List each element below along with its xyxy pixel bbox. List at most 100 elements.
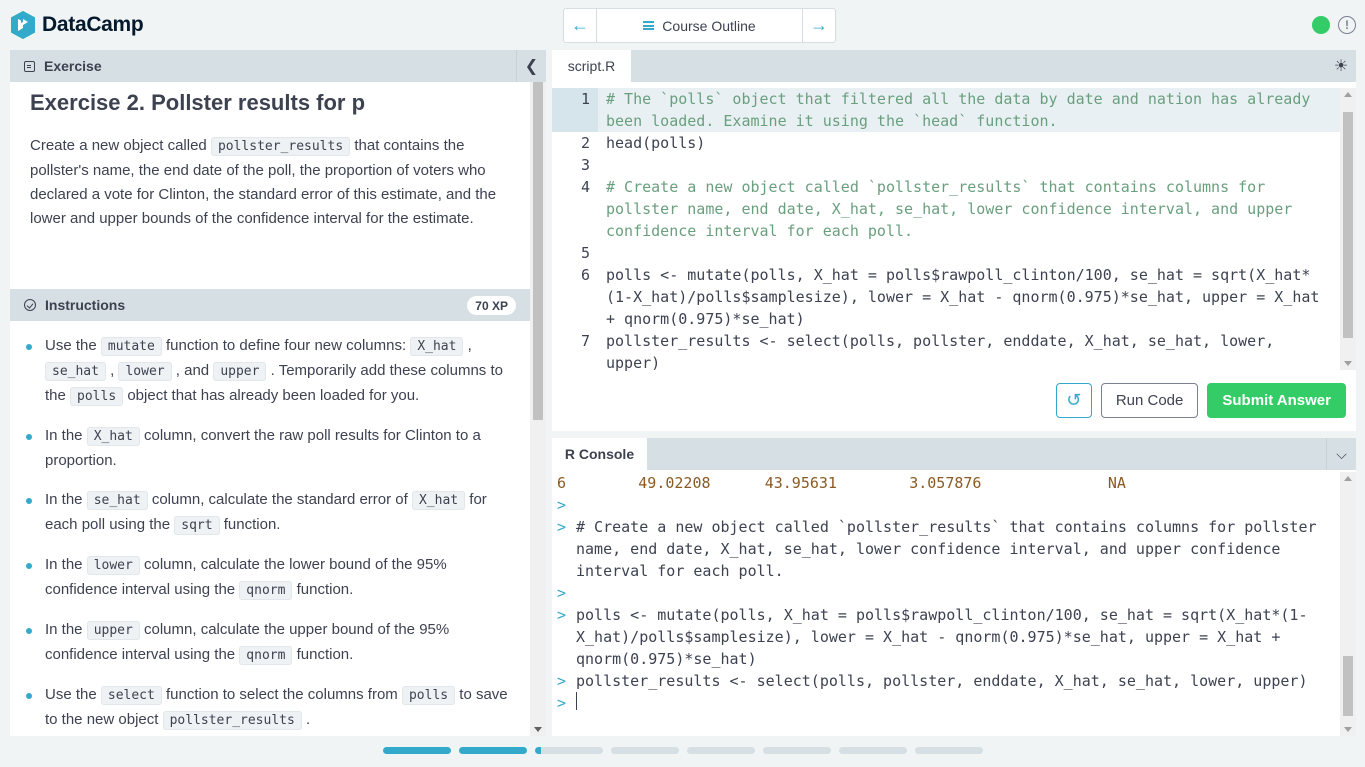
collapse-console-button[interactable]: ⌵ bbox=[1326, 438, 1356, 470]
instruction-item: Use the mutate function to define four n… bbox=[10, 334, 530, 409]
instruction-item: In the X_hat column, convert the raw pol… bbox=[10, 424, 530, 473]
code-line[interactable]: 6 polls <- mutate(polls, X_hat = polls$ra… bbox=[552, 264, 1340, 330]
console-panel: R Console ⌵ 6 49.02208 43.95631 3.057876… bbox=[552, 438, 1356, 736]
code-line[interactable]: 3 bbox=[552, 154, 1340, 176]
console-line: > pollster_results <- select(polls, polls… bbox=[557, 670, 1335, 692]
line-number: 2 bbox=[580, 134, 590, 152]
exercise-panel: Exercise ❮ Exercise 2. Pollster results … bbox=[10, 50, 546, 736]
next-exercise-button[interactable]: → bbox=[802, 9, 835, 42]
report-issue-icon[interactable]: ! bbox=[1338, 16, 1356, 34]
instruction-text: function to define four new columns: bbox=[161, 337, 411, 354]
scroll-down-icon[interactable] bbox=[1344, 361, 1352, 366]
progress-step[interactable] bbox=[915, 747, 983, 754]
code-text: # The `polls` object that filtered all t… bbox=[606, 90, 1320, 130]
progress-step[interactable] bbox=[839, 747, 907, 754]
instruction-text: function. bbox=[292, 581, 354, 598]
tab-script-r[interactable]: script.R bbox=[552, 50, 631, 82]
editor-actions: ↺ Run Code Submit Answer bbox=[1055, 383, 1346, 418]
datacamp-logo-icon bbox=[11, 11, 35, 39]
console-text: # Create a new object called `pollster_r… bbox=[576, 518, 1326, 580]
scroll-up-icon[interactable] bbox=[1344, 476, 1352, 481]
scroll-up-icon[interactable] bbox=[1344, 92, 1352, 97]
inline-code: select bbox=[100, 686, 162, 705]
exercise-scrollbar[interactable] bbox=[530, 82, 546, 736]
instruction-text: Use the bbox=[45, 337, 101, 354]
code-text: head(polls) bbox=[606, 134, 706, 152]
scrollbar-thumb[interactable] bbox=[533, 82, 543, 420]
inline-code: mutate bbox=[100, 337, 162, 356]
inline-code: upper bbox=[213, 362, 267, 381]
progress-step[interactable] bbox=[383, 747, 451, 754]
instruction-text: Use the bbox=[45, 686, 101, 703]
console-prompt: > bbox=[557, 672, 567, 690]
chevron-left-icon: ❮ bbox=[524, 58, 539, 75]
console-prompt: > bbox=[557, 606, 567, 624]
console-tab-bar: R Console ⌵ bbox=[552, 438, 1356, 470]
progress-step[interactable] bbox=[763, 747, 831, 754]
exercise-content[interactable]: Exercise 2. Pollster results for p Creat… bbox=[10, 82, 546, 736]
scrollbar-thumb[interactable] bbox=[1343, 656, 1353, 716]
tab-r-console[interactable]: R Console bbox=[552, 438, 647, 470]
instruction-text: function. bbox=[219, 516, 281, 533]
brand-name: DataCamp bbox=[42, 13, 144, 36]
code-line[interactable]: 1 # The `polls` object that filtered all … bbox=[552, 88, 1340, 132]
exercise-title: Exercise 2. Pollster results for p bbox=[30, 90, 366, 115]
line-number: 6 bbox=[580, 266, 590, 284]
instruction-text: In the bbox=[45, 491, 87, 508]
inline-code: X_hat bbox=[411, 491, 466, 510]
line-number: 1 bbox=[552, 88, 598, 132]
instruction-item: In the lower column, calculate the lower… bbox=[10, 553, 530, 603]
submit-answer-button[interactable]: Submit Answer bbox=[1207, 383, 1346, 418]
instruction-text: function. bbox=[292, 646, 354, 663]
inline-code: X_hat bbox=[86, 427, 140, 446]
instruction-text: In the bbox=[45, 556, 87, 573]
scrollbar-thumb[interactable] bbox=[1343, 112, 1353, 338]
scroll-down-icon[interactable] bbox=[534, 727, 542, 732]
console-output-row: 6 49.02208 43.95631 3.057876 NA bbox=[557, 474, 1126, 492]
previous-exercise-button[interactable]: ← bbox=[564, 9, 597, 42]
instruction-text: object that has already been loaded for … bbox=[123, 387, 420, 404]
code-line[interactable]: 4 # Create a new object called `pollster_… bbox=[552, 176, 1340, 242]
editor-scrollbar[interactable] bbox=[1340, 88, 1356, 370]
instruction-text: function to select the columns from bbox=[161, 686, 402, 703]
code-editor[interactable]: 1 # The `polls` object that filtered all … bbox=[552, 88, 1340, 372]
console-line: > # Create a new object called `pollster_… bbox=[557, 516, 1335, 582]
code-line[interactable]: 7 pollster_results <- select(polls, polls… bbox=[552, 330, 1340, 374]
inline-code: polls bbox=[401, 686, 456, 705]
code-text: polls <- mutate(polls, X_hat = polls$raw… bbox=[606, 266, 1329, 328]
progress-step[interactable] bbox=[611, 747, 679, 754]
line-number: 4 bbox=[580, 178, 590, 196]
connection-status-icon bbox=[1312, 16, 1330, 34]
console-output[interactable]: 6 49.02208 43.95631 3.057876 NA > > # Cre… bbox=[557, 472, 1335, 714]
inline-code: upper bbox=[86, 621, 140, 640]
editor-panel: script.R ☀ 1 # The `polls` object that fi… bbox=[552, 50, 1356, 431]
datacamp-logo[interactable]: DataCamp bbox=[10, 10, 144, 40]
exercise-header: Exercise ❮ bbox=[10, 50, 546, 82]
reset-code-button[interactable]: ↺ bbox=[1055, 383, 1092, 418]
document-icon bbox=[24, 60, 35, 72]
scroll-down-icon[interactable] bbox=[1344, 727, 1352, 732]
code-line[interactable]: 2 head(polls) bbox=[552, 132, 1340, 154]
console-line: > bbox=[557, 582, 1335, 604]
instruction-text: . bbox=[301, 711, 311, 728]
exercise-progress bbox=[383, 747, 983, 754]
course-outline-button[interactable]: Course Outline bbox=[597, 9, 802, 42]
inline-code: pollster_results bbox=[162, 711, 302, 730]
progress-step[interactable] bbox=[687, 747, 755, 754]
editor-settings-icon[interactable]: ☀ bbox=[1326, 50, 1356, 82]
run-code-button[interactable]: Run Code bbox=[1100, 383, 1199, 418]
progress-step[interactable] bbox=[459, 747, 527, 754]
text-cursor bbox=[576, 692, 577, 710]
console-scrollbar[interactable] bbox=[1340, 472, 1356, 736]
code-line[interactable]: 5 bbox=[552, 242, 1340, 264]
console-input-line[interactable]: > bbox=[557, 692, 1335, 714]
line-number: 3 bbox=[580, 156, 590, 174]
inline-code: pollster_results bbox=[210, 137, 351, 156]
progress-step[interactable] bbox=[535, 747, 603, 754]
inline-code: polls bbox=[70, 387, 124, 406]
instruction-item: In the upper column, calculate the upper… bbox=[10, 618, 530, 668]
collapse-panel-button[interactable]: ❮ bbox=[516, 50, 546, 82]
xp-badge: 70 XP bbox=[467, 296, 516, 315]
